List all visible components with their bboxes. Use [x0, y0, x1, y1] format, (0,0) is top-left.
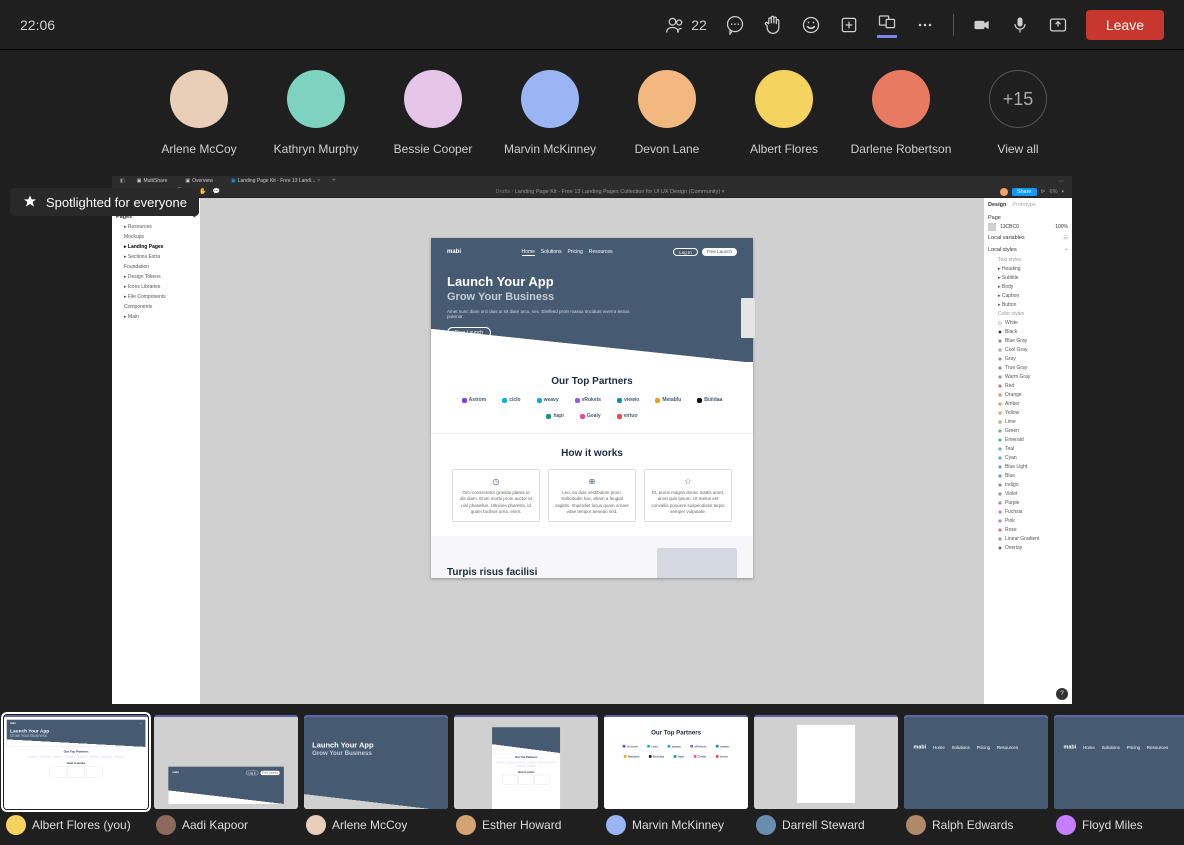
chat-icon[interactable] — [725, 15, 745, 35]
avatar — [287, 70, 345, 128]
figma-tab-active: ▣Landing Page Kit - Free 13 Landi... × — [225, 177, 326, 185]
participant-thumbnail[interactable]: mabiLog InFree Launch Aadi Kapoor — [154, 715, 298, 845]
avatar — [1000, 188, 1008, 196]
avatar — [306, 815, 326, 835]
more-participants[interactable]: +15View all — [987, 70, 1049, 156]
avatar — [638, 70, 696, 128]
more-icon[interactable] — [915, 15, 935, 35]
avatar — [872, 70, 930, 128]
figma-design-panel: DesignPrototype Page 13CBC0100% Local va… — [984, 198, 1072, 704]
camera-icon[interactable] — [972, 15, 992, 35]
share-button: Share — [1012, 188, 1037, 196]
people-icon — [665, 15, 685, 35]
avatar — [1056, 815, 1076, 835]
participant-thumbnail[interactable]: Our Top Partners How it works Esther How… — [454, 715, 598, 845]
spotlight-badge: Spotlighted for everyone — [10, 188, 199, 216]
avatar — [906, 815, 926, 835]
leave-button[interactable]: Leave — [1086, 10, 1164, 40]
participant-avatar[interactable]: Kathryn Murphy — [285, 70, 347, 156]
participant-avatar[interactable]: Arlene McCoy — [168, 70, 230, 156]
participant-thumbnail[interactable]: mabiHomeSolutionsPricingResources Floyd … — [1054, 715, 1184, 845]
participant-count[interactable]: 22 — [665, 15, 707, 35]
call-timer: 22:06 — [20, 17, 55, 33]
avatar — [404, 70, 462, 128]
more-icon: ⋯ — [1058, 178, 1064, 185]
avatar — [756, 815, 776, 835]
avatar — [6, 815, 26, 835]
participant-thumbnail[interactable]: mabiHomeSolutionsPricingResources Ralph … — [904, 715, 1048, 845]
mic-icon[interactable] — [1010, 15, 1030, 35]
raise-hand-icon[interactable] — [763, 15, 783, 35]
participant-avatar[interactable]: Marvin McKinney — [519, 70, 581, 156]
rooms-icon[interactable] — [877, 11, 897, 38]
participant-thumbnail[interactable]: Darrell Steward — [754, 715, 898, 845]
participant-avatar[interactable]: Darlene Robertson — [870, 70, 932, 156]
figma-artboard: mabi HomeSolutionsPricingResources Log I… — [431, 238, 753, 578]
figma-tab: ▣MultiShare — [131, 177, 174, 185]
figma-layers-panel: LayersAssets+ Landi... Pages+ ▸ Resource… — [112, 198, 200, 704]
participant-thumbnail[interactable]: Our Top Partners AstromcicloweavyvRokets… — [604, 715, 748, 845]
figma-logo-icon: ◧ — [120, 178, 125, 184]
avatar — [170, 70, 228, 128]
shared-screen: ◧ ▣MultiShare ▣Overview ▣Landing Page Ki… — [112, 176, 1072, 704]
figma-breadcrumb: Drafts / Landing Page Kit - Free 13 Land… — [495, 189, 724, 195]
participant-avatar[interactable]: Albert Flores — [753, 70, 815, 156]
reaction-icon[interactable] — [801, 15, 821, 35]
share-icon[interactable] — [1048, 15, 1068, 35]
avatar — [606, 815, 626, 835]
participant-avatar[interactable]: Devon Lane — [636, 70, 698, 156]
avatar — [456, 815, 476, 835]
avatar — [521, 70, 579, 128]
avatar — [156, 815, 176, 835]
participant-thumbnail[interactable]: mabi⋯ Launch Your App Grow Your Business… — [4, 715, 148, 845]
figma-tab: ▣Overview — [179, 177, 219, 185]
avatar — [755, 70, 813, 128]
apps-icon[interactable] — [839, 15, 859, 35]
participant-avatar[interactable]: Bessie Cooper — [402, 70, 464, 156]
participant-thumbnail[interactable]: Launch Your AppGrow Your Business Arlene… — [304, 715, 448, 845]
help-icon: ? — [1056, 688, 1068, 700]
